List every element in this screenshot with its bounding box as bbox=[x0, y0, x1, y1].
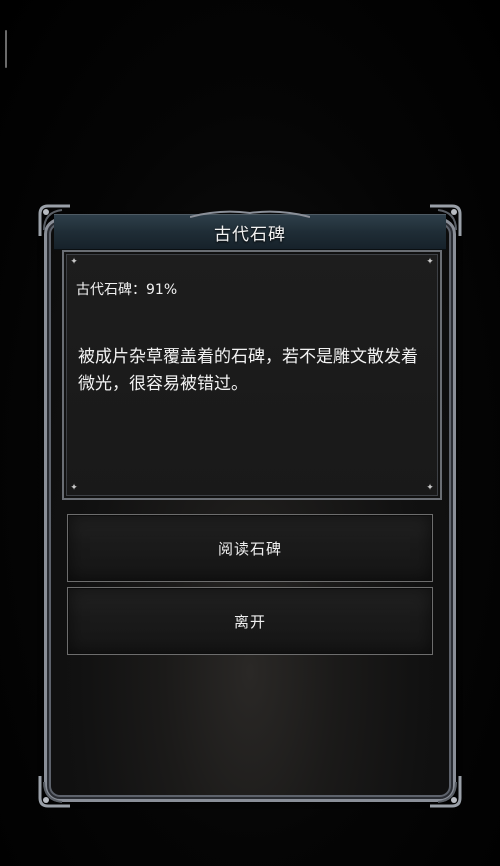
tablet-description: 被成片杂草覆盖着的石碑，若不是雕文散发着微光，很容易被错过。 bbox=[78, 347, 418, 394]
read-tablet-label: 阅读石碑 bbox=[217, 539, 282, 558]
sparkle-icon: ✦ bbox=[426, 483, 434, 493]
sparkle-icon: ✦ bbox=[70, 257, 78, 267]
sparkle-icon: ✦ bbox=[70, 483, 78, 493]
dialog-title: 古代石碑 bbox=[214, 224, 286, 245]
title-ornament-icon bbox=[190, 210, 310, 218]
scroll-indicator bbox=[5, 30, 7, 68]
stone-tablet-dialog: 古代石碑 ✦ ✦ ✦ ✦ 古代石碑：91% 被成片杂草覆盖着的石碑，若不是雕文散… bbox=[38, 200, 462, 808]
leave-button[interactable]: 离开 bbox=[67, 587, 433, 655]
read-tablet-button[interactable]: 阅读石碑 bbox=[67, 514, 433, 582]
leave-label: 离开 bbox=[233, 612, 266, 631]
ornate-corner-icon bbox=[38, 774, 72, 808]
tablet-progress-label: 古代石碑：91% bbox=[76, 282, 178, 298]
dialog-title-bar: 古代石碑 bbox=[54, 210, 446, 250]
ornate-corner-icon bbox=[428, 774, 462, 808]
description-panel: ✦ ✦ ✦ ✦ 古代石碑：91% 被成片杂草覆盖着的石碑，若不是雕文散发着微光，… bbox=[62, 250, 442, 500]
sparkle-icon: ✦ bbox=[426, 257, 434, 267]
